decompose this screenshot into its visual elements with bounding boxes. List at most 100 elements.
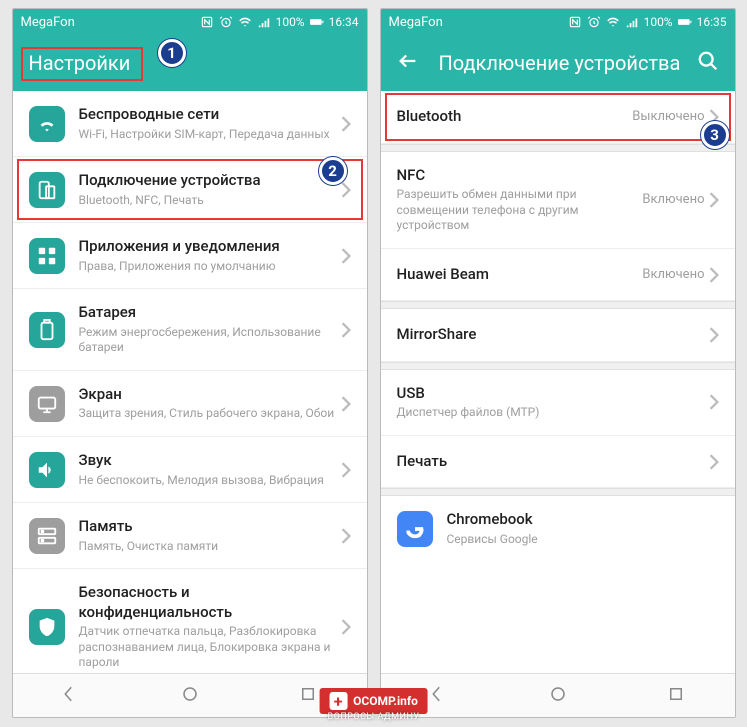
header: Подключение устройства	[381, 35, 735, 91]
item-title: Память	[79, 517, 341, 537]
item-sub: Защита зрения, Стиль рабочего экрана, Об…	[79, 406, 341, 422]
alarm-icon	[587, 15, 601, 29]
item-title: Безопасность и конфиденциальность	[79, 583, 341, 622]
chevron-right-icon	[341, 322, 351, 338]
chevron-right-icon	[709, 394, 719, 410]
display-icon	[29, 386, 65, 422]
item-sub: Датчик отпечатка пальца, Разблокировка р…	[79, 624, 341, 671]
search-icon	[697, 50, 719, 72]
nav-recent[interactable]	[299, 685, 317, 707]
battery-icon	[310, 15, 324, 29]
header-title: Настройки	[29, 51, 131, 75]
wifi-icon	[29, 106, 65, 142]
storage-icon	[29, 518, 65, 554]
settings-item-display[interactable]: Экран Защита зрения, Стиль рабочего экра…	[13, 371, 367, 437]
chevron-right-icon	[709, 192, 719, 208]
separator	[381, 144, 735, 152]
item-title: USB	[397, 384, 709, 404]
item-bluetooth[interactable]: Bluetooth Выключено	[381, 91, 735, 144]
signal-icon	[257, 15, 271, 29]
item-sub: Не беспокоить, Мелодия вызова, Вибрация	[79, 473, 341, 489]
sound-icon	[29, 452, 65, 488]
item-sub: Права, Приложения по умолчанию	[79, 259, 341, 275]
plus-icon: +	[329, 692, 347, 710]
alarm-icon	[219, 15, 233, 29]
marker-1: 1	[158, 39, 186, 67]
apps-icon	[29, 238, 65, 274]
nav-home[interactable]	[181, 685, 199, 707]
statusbar: MegaFon 100% 16:34	[13, 9, 367, 35]
battery-pct: 100%	[644, 15, 673, 29]
battery-icon	[678, 15, 692, 29]
search-button[interactable]	[697, 50, 719, 76]
item-huawei-beam[interactable]: Huawei Beam Включено	[381, 249, 735, 302]
item-nfc[interactable]: NFC Разрешить обмен данными при совмещен…	[381, 152, 735, 249]
carrier-label: MegaFon	[21, 15, 75, 30]
item-title: NFC	[397, 166, 643, 186]
item-title: Chromebook	[447, 510, 719, 530]
chevron-right-icon	[341, 116, 351, 132]
item-mirrorshare[interactable]: MirrorShare	[381, 309, 735, 362]
item-title: Экран	[79, 385, 341, 405]
device-icon	[29, 172, 65, 208]
chevron-right-icon	[341, 619, 351, 635]
item-title: Беспроводные сети	[79, 105, 341, 125]
header-title: Подключение устройства	[439, 51, 681, 75]
navbar	[381, 673, 735, 717]
nav-recent[interactable]	[667, 685, 685, 707]
signal-icon	[625, 15, 639, 29]
back-button[interactable]	[397, 50, 419, 76]
chevron-right-icon	[341, 396, 351, 412]
nav-back[interactable]	[63, 685, 81, 707]
marker-3: 3	[701, 121, 729, 149]
watermark-sub: ВОПРОСЫ АДМИНУ	[327, 712, 419, 722]
separator	[381, 301, 735, 309]
item-usb[interactable]: USB Диспетчер файлов (MTP)	[381, 370, 735, 436]
watermark-text: OCOMP.info	[353, 694, 418, 708]
settings-item-sound[interactable]: Звук Не беспокоить, Мелодия вызова, Вибр…	[13, 437, 367, 503]
item-value: Выключено	[632, 109, 704, 124]
time-label: 16:35	[697, 15, 727, 29]
item-title: Huawei Beam	[397, 265, 643, 285]
chevron-right-icon	[341, 182, 351, 198]
item-title: Подключение устройства	[79, 171, 341, 191]
shield-icon	[29, 609, 65, 645]
chevron-right-icon	[709, 327, 719, 343]
settings-list: Беспроводные сети Wi-Fi, Настройки SIM-к…	[13, 91, 367, 673]
watermark: + OCOMP.info	[319, 688, 428, 714]
phone-right: MegaFon 100% 16:35 Подключение устройств…	[380, 8, 736, 718]
chevron-right-icon	[709, 454, 719, 470]
statusbar: MegaFon 100% 16:35	[381, 9, 735, 35]
item-title: Bluetooth	[397, 107, 633, 127]
marker-2: 2	[319, 157, 347, 185]
item-title: MirrorShare	[397, 325, 709, 345]
nav-home[interactable]	[549, 685, 567, 707]
wifi-icon	[238, 15, 252, 29]
nfc-icon	[200, 15, 214, 29]
chevron-right-icon	[341, 248, 351, 264]
item-sub: Разрешить обмен данными при совмещении т…	[397, 187, 643, 234]
carrier-label: MegaFon	[389, 15, 443, 30]
item-chromebook[interactable]: Chromebook Сервисы Google	[381, 496, 735, 561]
time-label: 16:34	[329, 15, 359, 29]
battery-icon	[29, 312, 65, 348]
settings-item-wireless[interactable]: Беспроводные сети Wi-Fi, Настройки SIM-к…	[13, 91, 367, 157]
item-print[interactable]: Печать	[381, 436, 735, 489]
nav-back[interactable]	[431, 685, 449, 707]
chevron-right-icon	[341, 462, 351, 478]
settings-item-battery[interactable]: Батарея Режим энергосбережения, Использо…	[13, 289, 367, 371]
settings-item-apps[interactable]: Приложения и уведомления Права, Приложен…	[13, 223, 367, 289]
item-title: Печать	[397, 452, 709, 472]
header: Настройки	[13, 35, 367, 91]
arrow-left-icon	[397, 50, 419, 72]
settings-item-storage[interactable]: Память Память, Очистка памяти	[13, 503, 367, 569]
item-sub: Режим энергосбережения, Использование ба…	[79, 325, 341, 356]
connection-list: Bluetooth Выключено NFC Разрешить обмен …	[381, 91, 735, 673]
item-sub: Диспетчер файлов (MTP)	[397, 405, 709, 421]
item-sub: Сервисы Google	[447, 532, 719, 548]
settings-item-security[interactable]: Безопасность и конфиденциальность Датчик…	[13, 569, 367, 673]
settings-item-connection[interactable]: Подключение устройства Bluetooth, NFC, П…	[13, 157, 367, 223]
item-title: Батарея	[79, 303, 341, 323]
item-title: Приложения и уведомления	[79, 237, 341, 257]
chevron-right-icon	[709, 267, 719, 283]
